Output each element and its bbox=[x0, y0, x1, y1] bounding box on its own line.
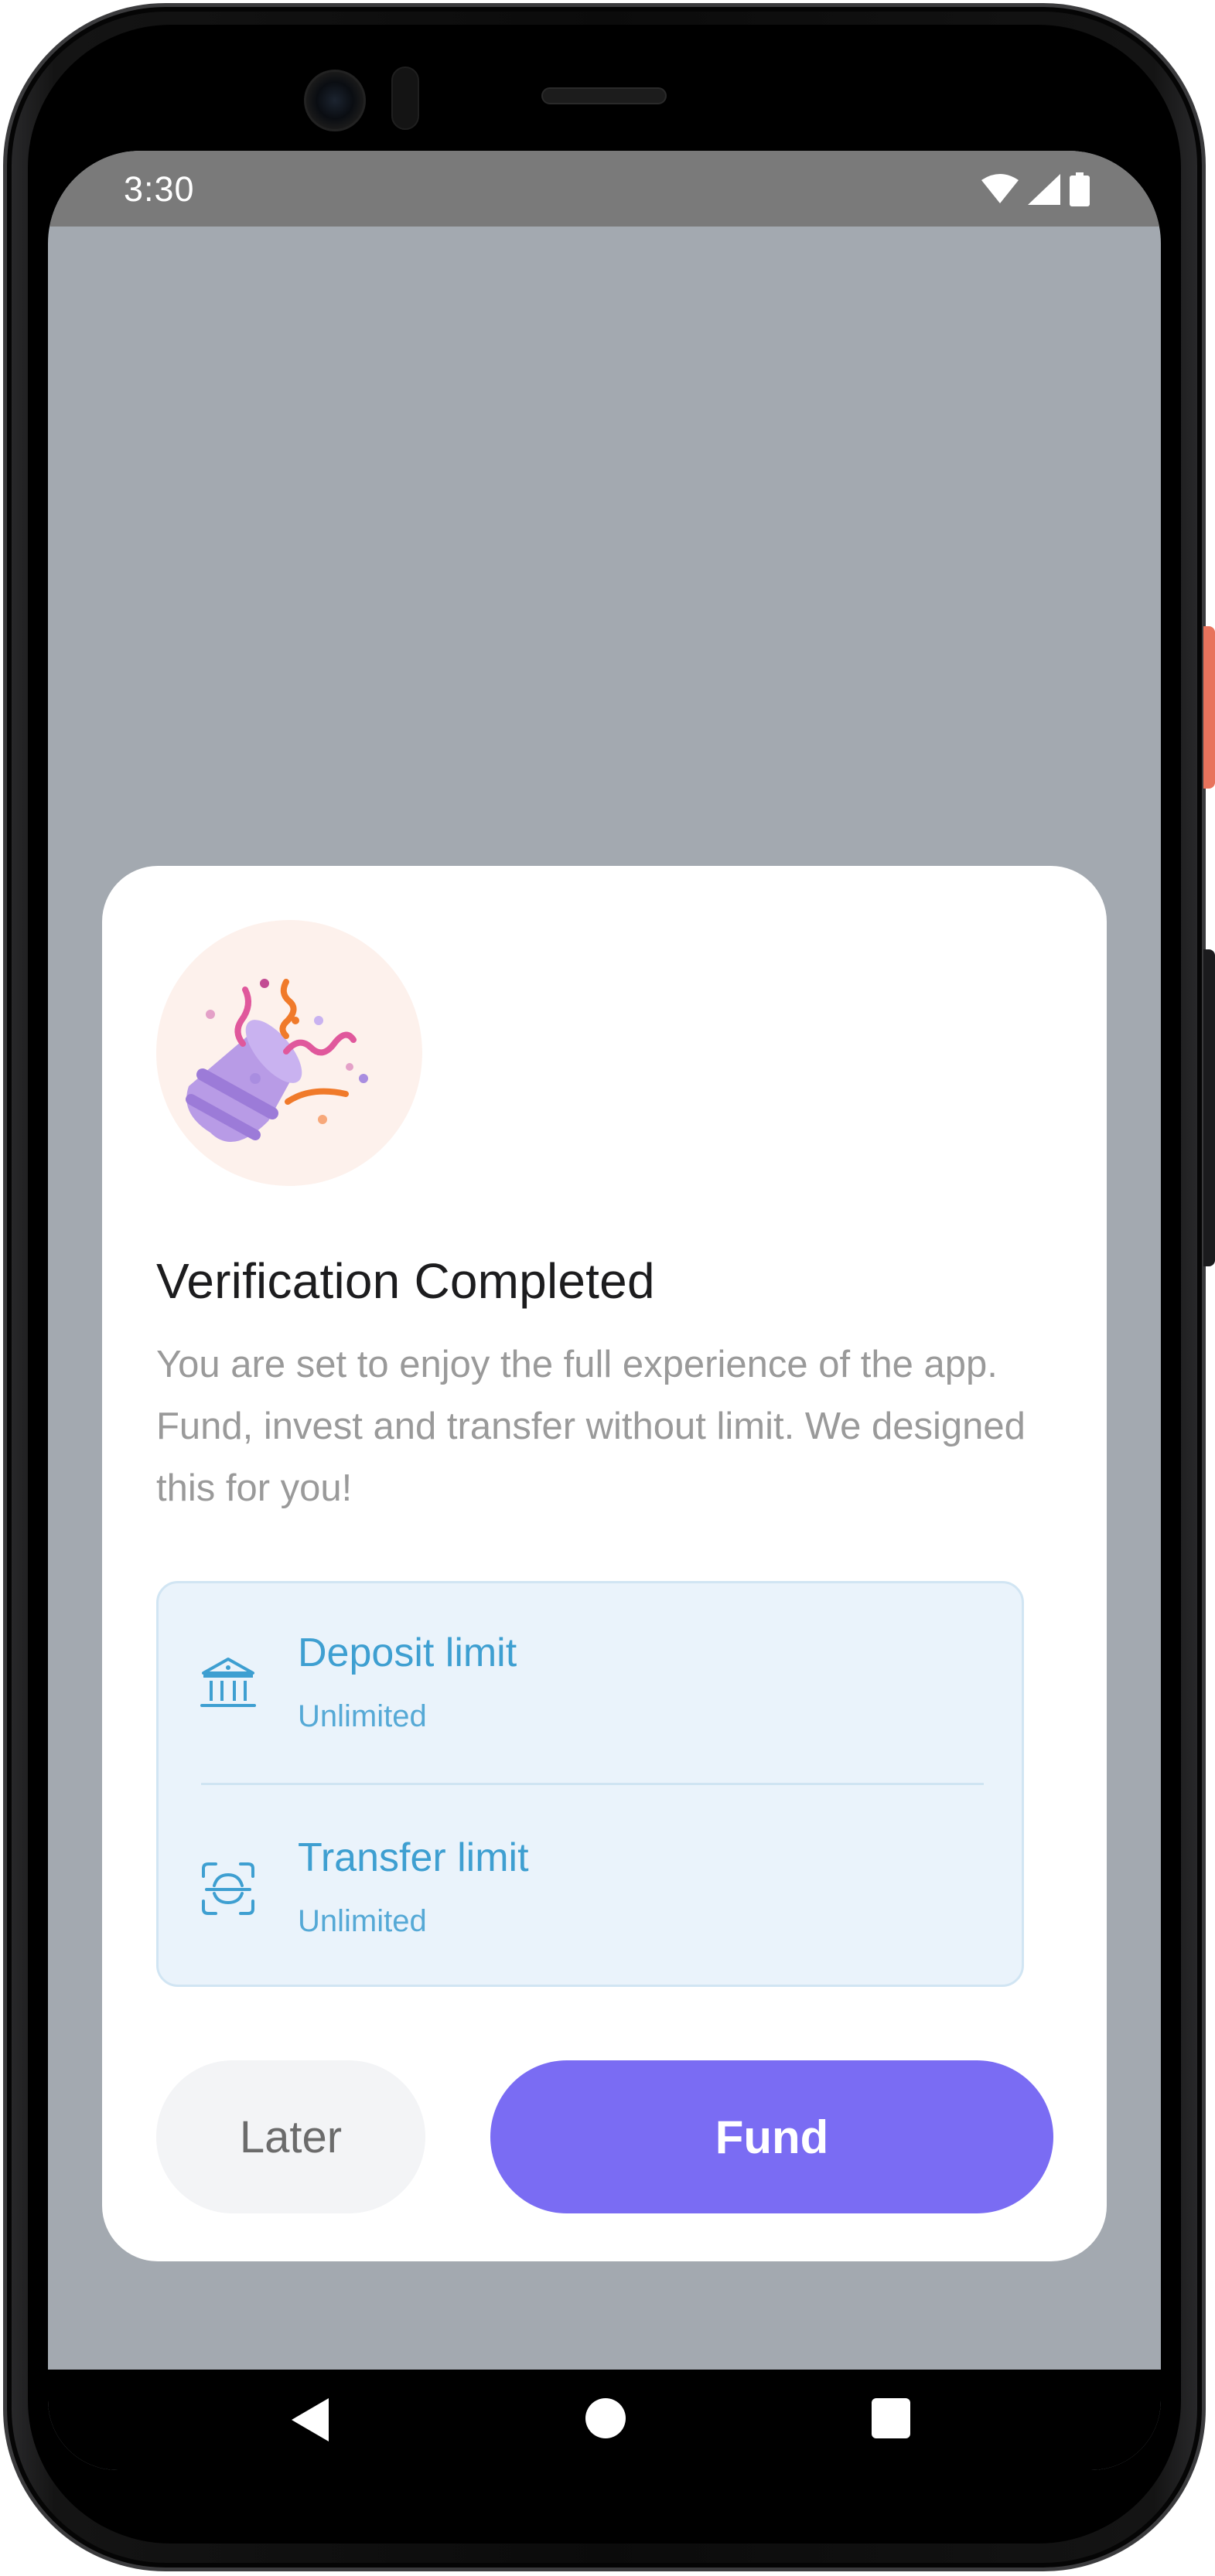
volume-button bbox=[1203, 949, 1215, 1266]
screen: 3:30 Verification Completed You are set … bbox=[48, 151, 1161, 2470]
phone-frame: 3:30 Verification Completed You are set … bbox=[0, 0, 1215, 2576]
power-button bbox=[1203, 626, 1215, 789]
transfer-scan-icon bbox=[202, 1862, 254, 1915]
deposit-limit-value: Unlimited bbox=[298, 1699, 427, 1733]
battery-icon bbox=[1070, 172, 1090, 206]
navigation-bar bbox=[48, 2370, 1161, 2470]
fund-button[interactable]: Fund bbox=[490, 2060, 1053, 2213]
party-popper-icon bbox=[156, 920, 422, 1186]
earpiece-speaker bbox=[541, 87, 667, 104]
home-icon[interactable] bbox=[585, 2398, 626, 2438]
deposit-limit-label: Deposit limit bbox=[298, 1630, 517, 1675]
recents-icon[interactable] bbox=[872, 2398, 910, 2438]
dialog-title: Verification Completed bbox=[156, 1253, 655, 1309]
back-icon[interactable] bbox=[292, 2398, 329, 2441]
front-camera bbox=[304, 70, 366, 131]
limits-card: Deposit limit Unlimited Transfer limit U… bbox=[156, 1581, 1024, 1987]
status-icons bbox=[981, 172, 1090, 206]
transfer-limit-value: Unlimited bbox=[298, 1904, 427, 1938]
deposit-limit-row: Deposit limit Unlimited bbox=[159, 1622, 1022, 1777]
transfer-limit-row: Transfer limit Unlimited bbox=[159, 1827, 1022, 1981]
dialog-description: You are set to enjoy the full experience… bbox=[156, 1344, 1026, 1509]
proximity-sensor bbox=[391, 66, 419, 130]
later-button[interactable]: Later bbox=[156, 2060, 425, 2213]
status-time: 3:30 bbox=[124, 169, 195, 209]
verification-dialog: Verification Completed You are set to en… bbox=[102, 866, 1107, 2261]
bank-icon bbox=[200, 1658, 256, 1707]
limits-divider bbox=[201, 1783, 984, 1785]
status-bar: 3:30 bbox=[48, 151, 1161, 227]
cellular-signal-icon bbox=[1028, 174, 1060, 205]
wifi-icon bbox=[981, 174, 1019, 203]
transfer-limit-label: Transfer limit bbox=[298, 1835, 529, 1880]
